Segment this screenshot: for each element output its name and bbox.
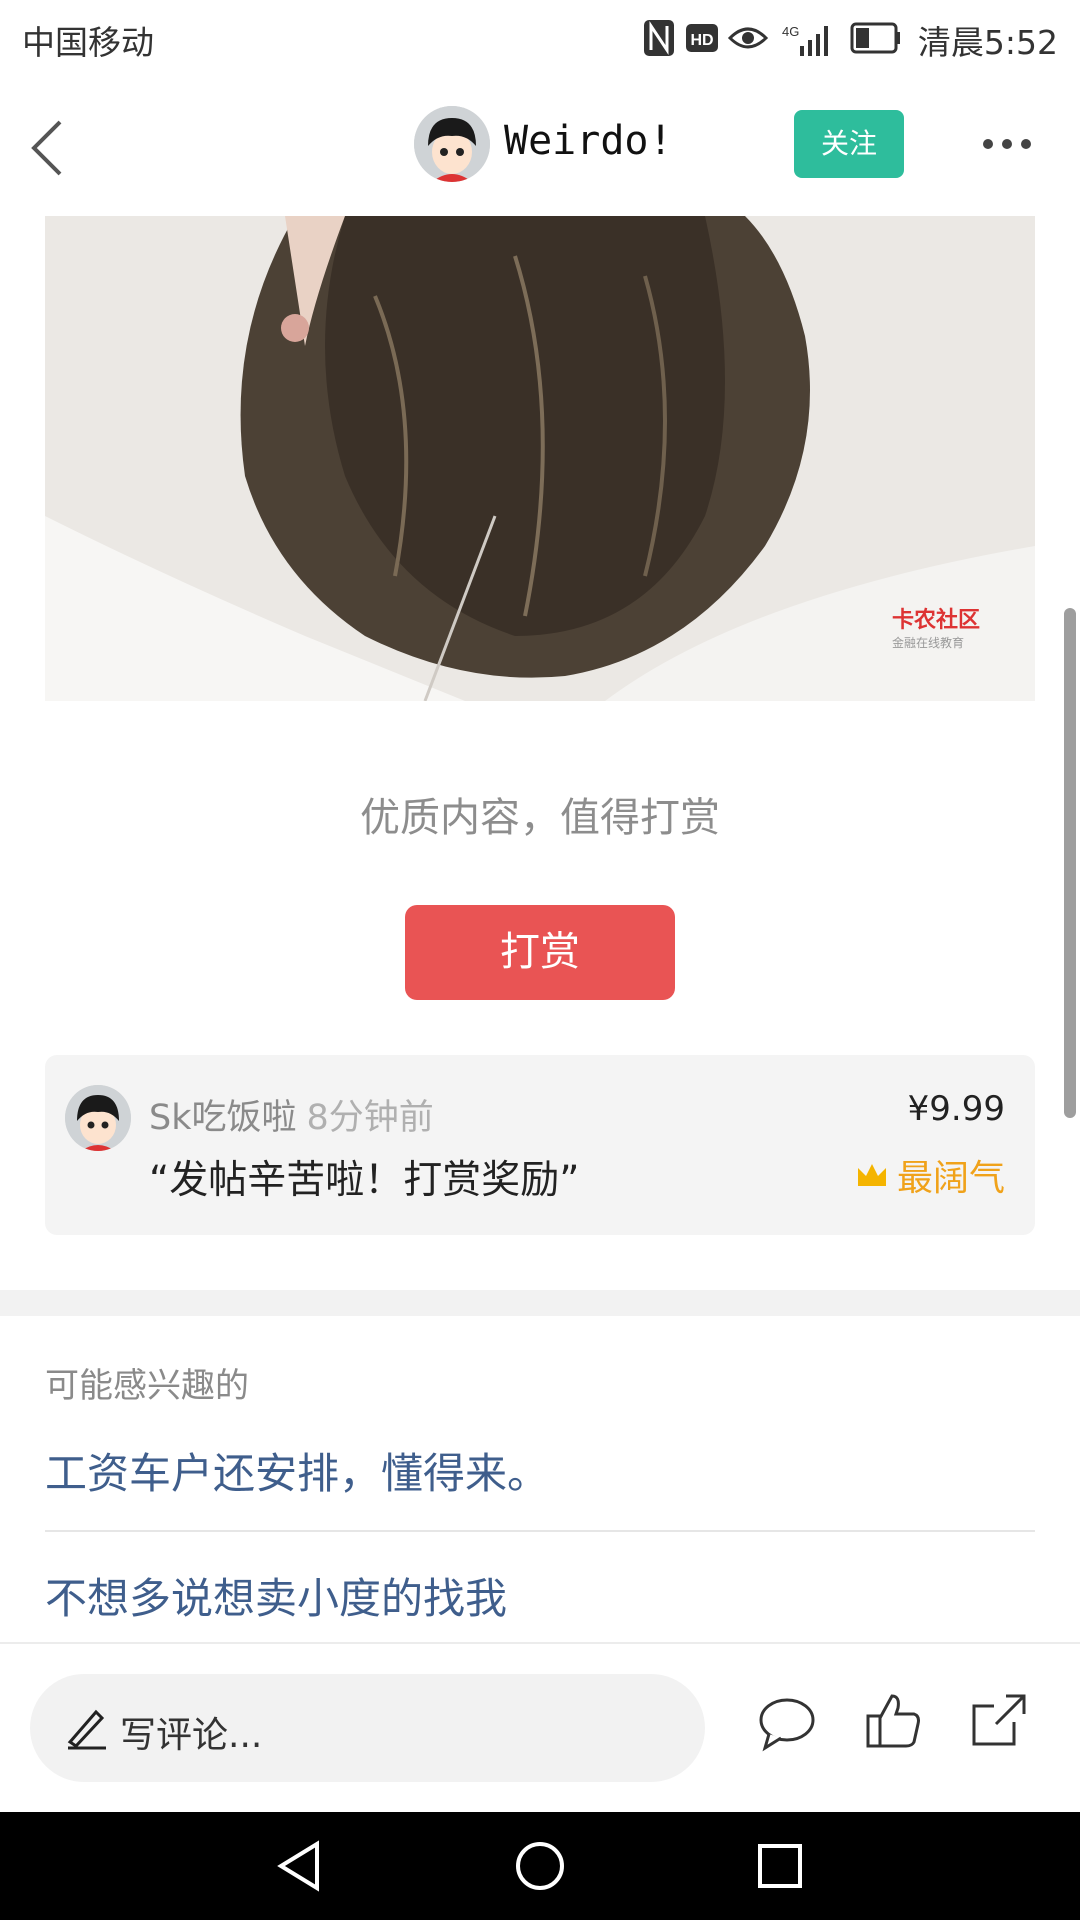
comment-button[interactable]	[755, 1692, 819, 1756]
battery-icon	[850, 22, 900, 54]
avatar-face-icon	[414, 106, 490, 182]
system-nav-bar	[0, 1812, 1080, 1920]
like-button[interactable]	[862, 1688, 926, 1752]
reward-time: 8分钟前	[306, 1098, 434, 1138]
hd-icon: HD	[686, 24, 718, 52]
author-avatar[interactable]	[414, 106, 490, 182]
recommendation-item[interactable]: 工资车户还安排，懂得来。	[45, 1440, 1035, 1501]
signal-icon: 4G	[782, 24, 828, 56]
nav-home-button[interactable]	[512, 1838, 568, 1894]
watermark-subtext: 金融在线教育	[891, 636, 964, 650]
clock: 清晨5:52	[917, 23, 1058, 62]
giver-info: Sk吃饭啦 8分钟前	[149, 1089, 434, 1140]
crown-icon	[857, 1164, 886, 1186]
giver-name[interactable]: Sk吃饭啦	[149, 1098, 297, 1138]
reward-button[interactable]: 打赏	[405, 905, 675, 1000]
comment-placeholder: 写评论...	[120, 1715, 263, 1756]
back-button[interactable]	[20, 112, 90, 182]
nav-recent-button[interactable]	[752, 1838, 808, 1894]
recommendations-title: 可能感兴趣的	[45, 1366, 249, 1406]
top-tipper-badge: 最阔气	[855, 1149, 1005, 1201]
reward-amount: ¥9.99	[907, 1089, 1005, 1129]
reward-prompt: 优质内容，值得打赏	[360, 795, 720, 841]
share-icon	[972, 1694, 1026, 1746]
post-image[interactable]: 卡农社区 金融在线教育	[45, 216, 1035, 701]
comment-bubble-icon	[759, 1698, 815, 1752]
circle-home-icon	[516, 1842, 564, 1890]
comment-input[interactable]: 写评论...	[30, 1674, 705, 1782]
eye-icon	[727, 27, 769, 49]
hair-photo	[45, 216, 1035, 701]
carrier-label: 中国移动	[22, 23, 154, 62]
badge-label: 最阔气	[896, 1158, 1005, 1199]
reward-record-card: Sk吃饭啦 8分钟前 “发帖辛苦啦！打赏奖励” ¥9.99 最阔气	[45, 1055, 1035, 1235]
pen-icon	[67, 1709, 106, 1750]
more-dots-icon	[983, 139, 1031, 149]
hd-label: HD	[690, 32, 713, 49]
author-name[interactable]: Weirdo!	[504, 118, 673, 164]
follow-button[interactable]: 关注	[794, 110, 904, 178]
status-bar: 中国移动 HD 4G 清晨5:52	[0, 0, 1080, 76]
avatar-face-icon	[65, 1085, 131, 1151]
nav-back-button[interactable]	[273, 1838, 329, 1894]
list-divider	[45, 1530, 1035, 1532]
post-header: Weirdo! 关注	[0, 76, 1080, 216]
scrollbar[interactable]	[1064, 608, 1076, 1118]
chevron-left-icon	[31, 120, 62, 176]
giver-avatar[interactable]	[65, 1085, 131, 1151]
watermark-text: 卡农社区	[891, 608, 980, 633]
section-divider	[0, 1290, 1080, 1316]
network-label: 4G	[782, 24, 799, 39]
recommendation-item[interactable]: 不想多说想卖小度的找我	[45, 1565, 1035, 1626]
status-icons: HD 4G	[644, 20, 900, 56]
reward-message: “发帖辛苦啦！打赏奖励”	[149, 1158, 580, 1203]
share-button[interactable]	[966, 1688, 1030, 1752]
nfc-icon	[644, 20, 674, 56]
bottom-action-bar: 写评论...	[0, 1642, 1080, 1814]
more-button[interactable]	[972, 124, 1042, 164]
watermark: 卡农社区 金融在线教育	[892, 602, 980, 651]
square-recent-icon	[758, 1844, 802, 1888]
triangle-back-icon	[277, 1840, 319, 1892]
thumbs-up-icon	[866, 1694, 920, 1748]
